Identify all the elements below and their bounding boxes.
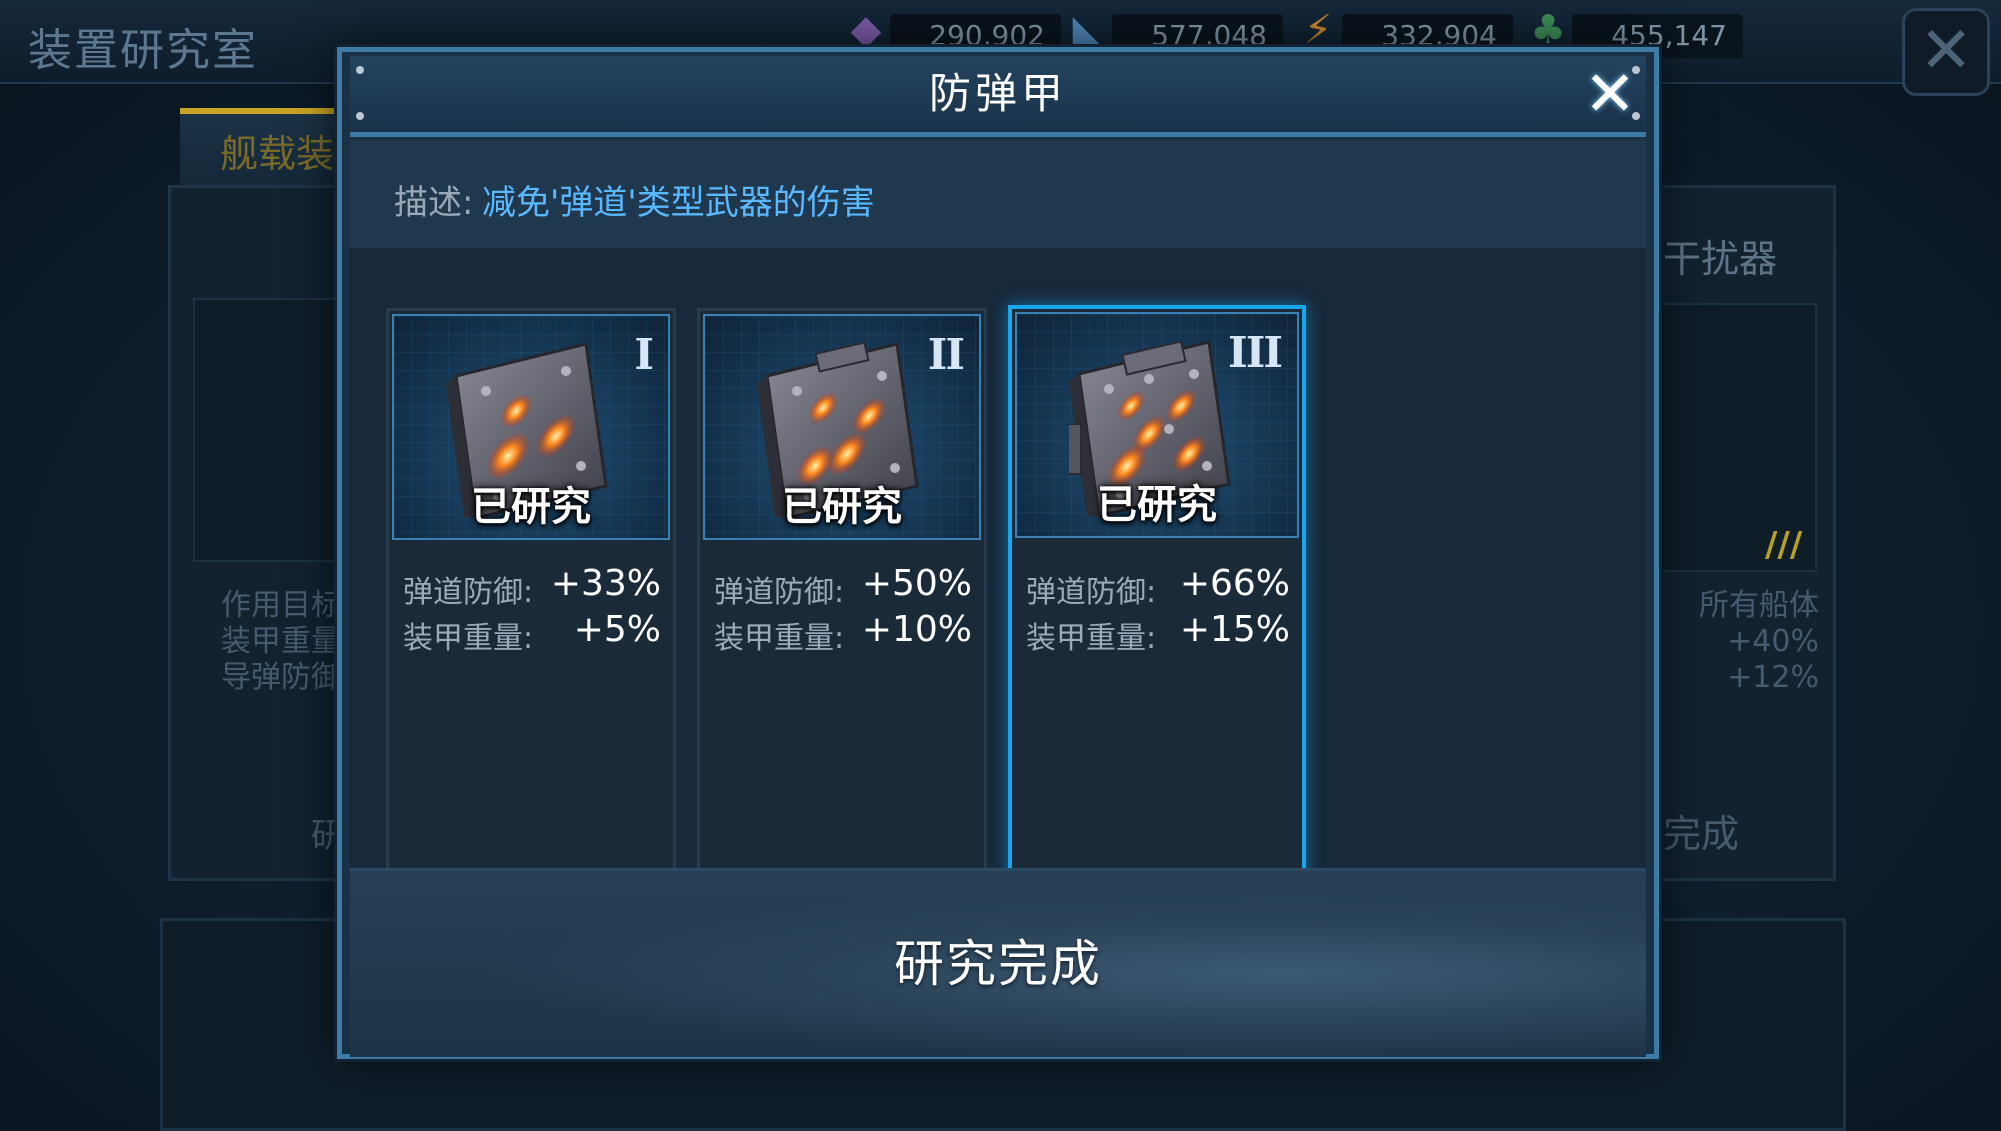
left-device-stat: 导弹防御 (221, 660, 341, 695)
stat-value: +66% (1179, 563, 1290, 604)
stat-row-ballistic-defense: 弹道防御: +33% (403, 561, 661, 610)
stat-label: 装甲重量: (714, 621, 845, 656)
stat-row-ballistic-defense: 弹道防御: +66% (1026, 561, 1290, 610)
modal-title: 防弹甲 (928, 69, 1067, 118)
stat-label: 弹道防御: (714, 575, 845, 610)
description-row: 描述: 减免'弹道'类型武器的伤害 (350, 140, 1646, 248)
armor-plate-image: I 已研究 (392, 314, 670, 540)
research-complete-button[interactable]: 研究完成 (350, 871, 1646, 1057)
researched-label: 已研究 (782, 484, 902, 530)
research-detail-modal: 防弹甲 ✕ 描述: 减免'弹道'类型武器的伤害 I 已研究 弹道防御: +33%… (337, 47, 1659, 1059)
researched-label: 已研究 (1097, 482, 1217, 528)
screen-title: 装置研究室 (28, 25, 258, 76)
armor-plate-image: III 已研究 (1015, 312, 1299, 538)
stat-label: 弹道防御: (1026, 575, 1157, 610)
right-device-stat: +40% (1727, 624, 1819, 659)
research-level-card-selected[interactable]: III 已研究 弹道防御: +66% 装甲重量: +15% (1008, 305, 1306, 889)
stat-value: +50% (861, 563, 972, 604)
researched-label: 已研究 (471, 484, 591, 530)
description-text: 减免'弹道'类型武器的伤害 (482, 183, 875, 223)
right-device-stat: +12% (1727, 660, 1819, 695)
right-device-title: 干扰器 (1663, 237, 1778, 281)
left-device-stat: 装甲重量 (221, 624, 341, 659)
research-level-card[interactable]: I 已研究 弹道防御: +33% 装甲重量: +5% (386, 308, 676, 883)
stat-row-ballistic-defense: 弹道防御: +50% (714, 561, 972, 610)
stat-value: +15% (1179, 609, 1290, 650)
stat-value: +33% (550, 563, 661, 604)
stat-label: 装甲重量: (1026, 621, 1157, 656)
stat-value: +10% (861, 609, 972, 650)
stat-row-armor-weight: 装甲重量: +5% (403, 607, 661, 656)
tier-label: III (1228, 328, 1283, 377)
stat-row-armor-weight: 装甲重量: +15% (1026, 607, 1290, 656)
left-device-stats: 作用目标 装甲重量 导弹防御 (221, 588, 341, 696)
stat-label: 弹道防御: (403, 575, 534, 610)
stat-row-armor-weight: 装甲重量: +10% (714, 607, 972, 656)
right-device-image: /// (1653, 303, 1817, 572)
right-device-status: 完成 (1663, 812, 1740, 856)
close-button[interactable]: ✕ (1578, 62, 1642, 126)
armor-plate-image: II 已研究 (703, 314, 981, 540)
right-device-panel: 干扰器 /// 所有船体 +40% +12% 完成 (1640, 185, 1836, 881)
tier-marker-icon: /// (1765, 525, 1803, 565)
modal-footer: 研究完成 (350, 868, 1646, 1057)
stat-label: 装甲重量: (403, 621, 534, 656)
left-device-image (193, 298, 357, 562)
tier-label: I (634, 330, 654, 379)
tier-label: II (927, 330, 965, 379)
research-level-card[interactable]: II 已研究 弹道防御: +50% 装甲重量: +10% (697, 308, 987, 883)
right-device-stat: 所有船体 (1699, 588, 1819, 623)
screen-close-button[interactable]: ✕ (1902, 8, 1990, 96)
left-device-stat: 作用目标 (221, 588, 341, 623)
modal-header: 防弹甲 ✕ (350, 56, 1646, 137)
right-device-stats: 所有船体 +40% +12% (1699, 588, 1819, 696)
stat-value: +5% (573, 609, 661, 650)
description-label: 描述: (394, 183, 474, 223)
